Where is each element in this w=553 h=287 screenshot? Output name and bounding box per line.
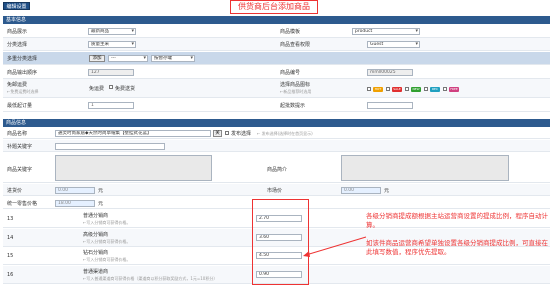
note-auto-calc: 各级分销商提成额根据主站运营商设置的提成比例，程序自动计算。 [366, 212, 548, 229]
admin-product-editor: 编辑设置 供货商后台添加商品 基本信息 商品展示 最新商品 商品模板 produ… [0, 0, 553, 287]
note-manual-override: 如该件商品运营商希望单独设置各级分销商提成比例，可直接在此填写数值，程序优先提取… [366, 239, 548, 256]
